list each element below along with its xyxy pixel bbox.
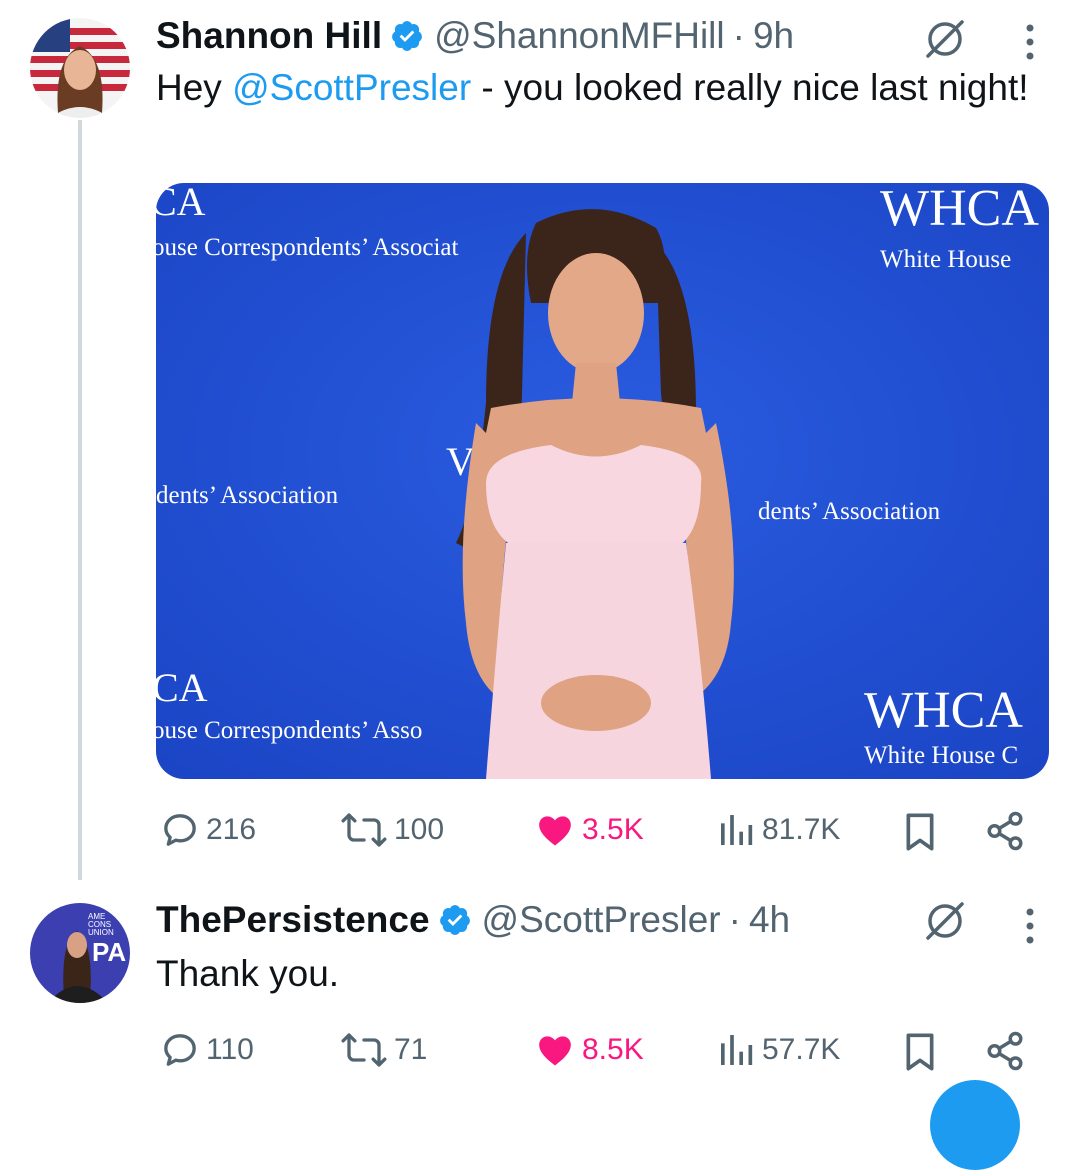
author-handle[interactable]: @ShannonMFHill — [434, 15, 725, 57]
views-count: 81.7K — [762, 813, 841, 846]
repost-count: 100 — [394, 813, 445, 846]
bookmark-icon[interactable] — [900, 1030, 940, 1074]
tweet-header: Shannon Hill @ShannonMFHill · 9h — [156, 14, 794, 58]
separator-dot: · — [732, 15, 745, 56]
heart-icon — [539, 816, 571, 846]
author-name[interactable]: Shannon Hill — [156, 15, 382, 57]
avatar-logo-text: PA — [92, 937, 126, 967]
backdrop-line-mr: dents’ Association — [758, 498, 941, 525]
repost-icon — [341, 813, 387, 847]
timestamp[interactable]: 4h — [749, 899, 790, 941]
separator-dot: · — [728, 899, 741, 940]
tweet-media-photo[interactable]: CA ouse Correspondents’ Associat WHCA Wh… — [156, 183, 1049, 779]
like-count: 3.5K — [582, 813, 644, 846]
more-icon[interactable] — [1020, 904, 1040, 948]
views-button[interactable]: 57.7K — [716, 1030, 840, 1070]
backdrop-logo-tl: CA — [156, 183, 206, 224]
tweet-text-suffix: - you looked really nice last night! — [471, 67, 1029, 108]
views-icon — [721, 815, 753, 845]
tweet-text-prefix: Hey — [156, 67, 233, 108]
backdrop-line-ml: dents’ Association — [156, 482, 339, 509]
views-button[interactable]: 81.7K — [716, 810, 840, 850]
reply-button[interactable]: 216 — [160, 810, 256, 850]
avatar-thepersistence[interactable]: AME CONS UNION PA — [30, 903, 130, 1003]
compose-fab-button[interactable] — [930, 1080, 1020, 1170]
grok-icon[interactable] — [922, 898, 968, 944]
backdrop-line-br: White House C — [864, 742, 1018, 769]
avatar-shannon-hill[interactable] — [30, 18, 130, 118]
verified-badge-icon[interactable] — [438, 903, 472, 937]
bookmark-icon[interactable] — [900, 810, 940, 854]
more-icon[interactable] — [1020, 20, 1040, 64]
timestamp[interactable]: 9h — [753, 15, 794, 57]
tweet-text: Thank you. — [156, 953, 340, 994]
tweet-text: Hey @ScottPresler - you looked really ni… — [156, 62, 1036, 114]
verified-badge-icon[interactable] — [390, 19, 424, 53]
grok-icon[interactable] — [922, 16, 968, 62]
views-icon — [721, 1035, 753, 1065]
like-count: 8.5K — [582, 1033, 644, 1066]
author-name[interactable]: ThePersistence — [156, 899, 430, 941]
repost-button[interactable]: 71 — [340, 1030, 427, 1070]
share-icon[interactable] — [984, 810, 1026, 852]
like-button[interactable]: 8.5K — [534, 1030, 644, 1070]
thread-connector-line — [78, 120, 82, 880]
avatar-text-line3: UNION — [88, 928, 114, 937]
repost-button[interactable]: 100 — [340, 810, 444, 850]
reply-icon — [164, 814, 196, 846]
repost-icon — [341, 1033, 387, 1067]
backdrop-line-tr: White House — [880, 246, 1011, 273]
tweet-header: ThePersistence @ScottPresler · 4h — [156, 898, 790, 942]
backdrop-logo-tr: WHCA — [880, 183, 1039, 237]
backdrop-line-tl: ouse Correspondents’ Associat — [156, 234, 458, 261]
mention-link[interactable]: @ScottPresler — [232, 67, 471, 108]
reply-count: 216 — [206, 813, 257, 846]
share-icon[interactable] — [984, 1030, 1026, 1072]
heart-icon — [539, 1036, 571, 1066]
repost-count: 71 — [394, 1033, 428, 1066]
reply-count: 110 — [206, 1033, 254, 1066]
reply-button[interactable]: 110 — [160, 1030, 254, 1070]
backdrop-logo-br: WHCA — [864, 682, 1023, 739]
reply-icon — [164, 1034, 196, 1066]
views-count: 57.7K — [762, 1033, 841, 1066]
like-button[interactable]: 3.5K — [534, 810, 644, 850]
backdrop-line-bl: ouse Correspondents’ Asso — [156, 717, 422, 744]
backdrop-logo-bl: CA — [156, 665, 208, 710]
author-handle[interactable]: @ScottPresler — [482, 899, 721, 941]
